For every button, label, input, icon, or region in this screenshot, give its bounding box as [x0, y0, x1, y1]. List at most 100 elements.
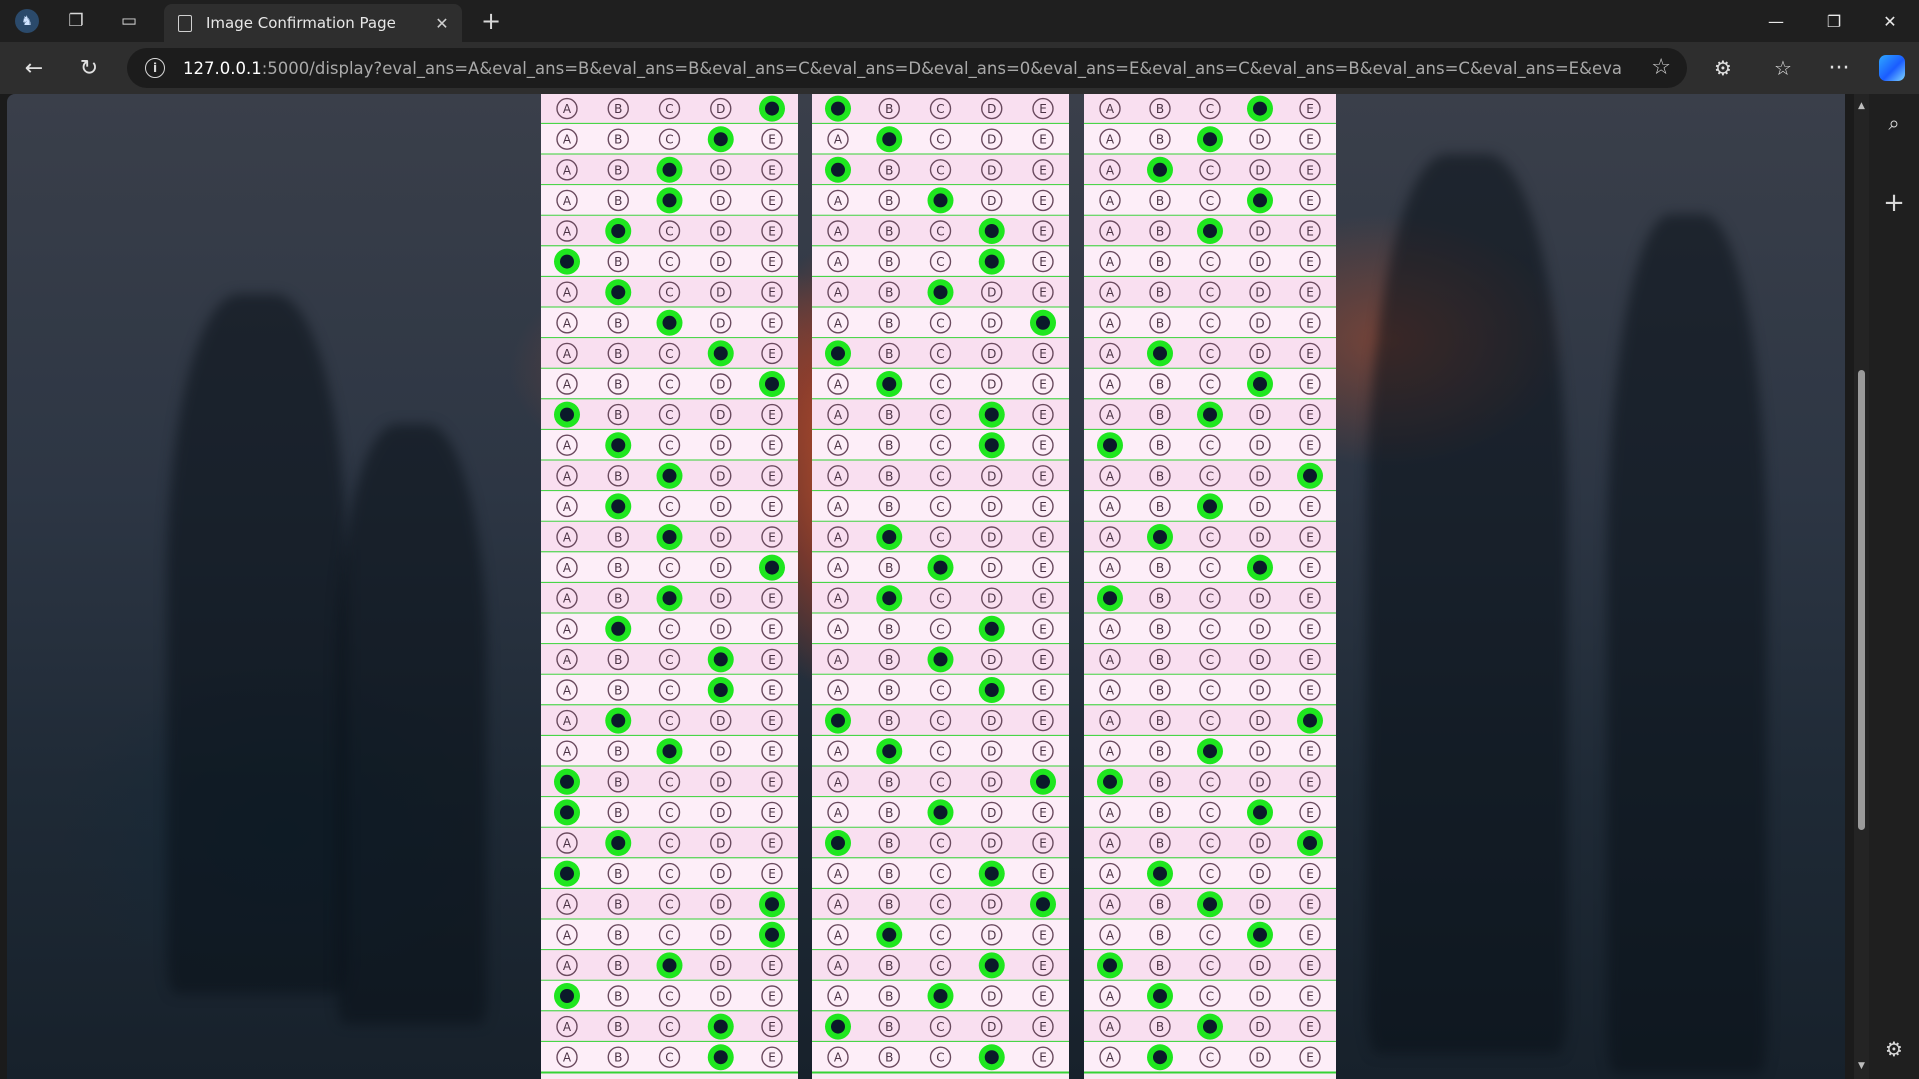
- workspaces-icon[interactable]: ❐: [61, 6, 91, 36]
- svg-text:E: E: [768, 714, 776, 728]
- more-options-button[interactable]: ···: [1822, 51, 1856, 85]
- svg-text:E: E: [1039, 745, 1047, 759]
- svg-text:A: A: [563, 1051, 572, 1065]
- svg-text:D: D: [987, 531, 996, 545]
- svg-text:E: E: [1039, 439, 1047, 453]
- svg-text:D: D: [1255, 225, 1264, 239]
- scroll-up-arrow-icon[interactable]: ▲: [1854, 98, 1869, 114]
- svg-text:E: E: [1039, 163, 1047, 177]
- svg-text:A: A: [563, 959, 572, 973]
- extensions-icon[interactable]: ⚙: [1706, 51, 1740, 85]
- svg-text:B: B: [1156, 469, 1164, 483]
- title-bar: ♞ ❐ ▭ Image Confirmation Page ✕ + — ❐ ✕: [0, 0, 1919, 42]
- svg-text:A: A: [563, 928, 572, 942]
- marked-bubble: [554, 799, 580, 826]
- svg-text:A: A: [834, 225, 843, 239]
- svg-text:B: B: [885, 194, 893, 208]
- marked-bubble: [605, 707, 632, 734]
- svg-text:A: A: [1106, 500, 1115, 514]
- svg-text:D: D: [716, 286, 725, 300]
- address-bar[interactable]: i 127.0.0.1:5000/display?eval_ans=A&eval…: [127, 48, 1687, 88]
- svg-text:D: D: [1255, 1020, 1264, 1034]
- svg-text:B: B: [1156, 1020, 1164, 1034]
- svg-text:C: C: [665, 225, 673, 239]
- svg-text:E: E: [1039, 592, 1047, 606]
- settings-gear-icon[interactable]: ⚙: [1879, 1034, 1909, 1064]
- svg-text:A: A: [834, 622, 843, 636]
- svg-text:E: E: [1306, 286, 1314, 300]
- svg-text:A: A: [834, 439, 843, 453]
- marked-bubble: [1147, 524, 1173, 550]
- svg-text:A: A: [1106, 316, 1115, 330]
- svg-text:E: E: [1039, 561, 1047, 575]
- back-button[interactable]: ←: [17, 51, 51, 85]
- marked-bubble: [1197, 218, 1223, 244]
- svg-text:E: E: [1306, 622, 1314, 636]
- svg-text:E: E: [1039, 867, 1047, 881]
- svg-text:D: D: [716, 745, 725, 759]
- close-window-button[interactable]: ✕: [1861, 0, 1919, 42]
- svg-text:A: A: [1106, 990, 1115, 1004]
- scroll-down-arrow-icon[interactable]: ▼: [1854, 1058, 1869, 1074]
- favorites-icon[interactable]: ☆: [1766, 51, 1800, 85]
- svg-text:C: C: [936, 837, 944, 851]
- tab-active[interactable]: Image Confirmation Page ✕: [164, 4, 462, 42]
- marked-bubble: [656, 309, 683, 336]
- svg-text:A: A: [1106, 1020, 1115, 1034]
- site-info-icon[interactable]: i: [145, 58, 165, 78]
- svg-text:D: D: [1255, 622, 1264, 636]
- svg-text:E: E: [1306, 531, 1314, 545]
- favorite-star-icon[interactable]: ☆: [1651, 55, 1671, 80]
- marked-bubble: [707, 1013, 734, 1040]
- search-icon[interactable]: ⌕: [1879, 108, 1909, 138]
- restore-button[interactable]: ❐: [1805, 0, 1863, 42]
- svg-text:D: D: [987, 1020, 996, 1034]
- scrollbar-thumb[interactable]: [1858, 370, 1865, 830]
- svg-text:C: C: [936, 775, 944, 789]
- svg-text:B: B: [614, 592, 622, 606]
- close-tab-icon[interactable]: ✕: [428, 9, 456, 37]
- svg-text:B: B: [614, 378, 622, 392]
- tab-title: Image Confirmation Page: [206, 14, 396, 32]
- url-text[interactable]: 127.0.0.1:5000/display?eval_ans=A&eval_a…: [183, 59, 1623, 78]
- reload-button[interactable]: ↻: [72, 51, 106, 85]
- svg-text:C: C: [665, 500, 673, 514]
- marked-bubble: [825, 830, 851, 856]
- svg-text:A: A: [1106, 163, 1115, 177]
- marked-bubble: [978, 615, 1005, 642]
- svg-text:D: D: [987, 133, 996, 147]
- svg-text:C: C: [665, 928, 673, 942]
- svg-text:C: C: [665, 133, 673, 147]
- svg-text:B: B: [614, 990, 622, 1004]
- svg-text:A: A: [563, 837, 572, 851]
- marked-bubble: [978, 401, 1005, 428]
- svg-text:E: E: [768, 653, 776, 667]
- svg-text:D: D: [1255, 1051, 1264, 1065]
- marked-bubble: [656, 952, 683, 979]
- marked-bubble: [927, 799, 954, 826]
- vertical-scrollbar[interactable]: ▲ ▼: [1854, 94, 1869, 1079]
- marked-bubble: [1197, 1013, 1223, 1040]
- svg-text:D: D: [716, 194, 725, 208]
- new-tab-button[interactable]: +: [476, 6, 506, 36]
- tab-actions-icon[interactable]: ▭: [114, 6, 144, 36]
- svg-text:B: B: [1156, 378, 1164, 392]
- minimize-button[interactable]: —: [1747, 0, 1805, 42]
- copilot-icon[interactable]: [1875, 51, 1909, 85]
- url-path: :5000/display?eval_ans=A&eval_ans=B&eval…: [261, 58, 1623, 78]
- svg-text:A: A: [563, 316, 572, 330]
- svg-text:E: E: [768, 867, 776, 881]
- svg-text:B: B: [885, 561, 893, 575]
- marked-bubble: [1147, 983, 1173, 1009]
- svg-text:A: A: [834, 592, 843, 606]
- svg-text:B: B: [614, 745, 622, 759]
- svg-text:E: E: [1306, 1051, 1314, 1065]
- svg-text:B: B: [1156, 622, 1164, 636]
- svg-text:B: B: [614, 959, 622, 973]
- marked-bubble: [927, 646, 954, 673]
- svg-text:B: B: [614, 561, 622, 575]
- add-icon[interactable]: +: [1879, 188, 1909, 218]
- marked-bubble: [1197, 891, 1223, 918]
- profile-icon[interactable]: ♞: [12, 6, 42, 36]
- svg-text:A: A: [563, 622, 572, 636]
